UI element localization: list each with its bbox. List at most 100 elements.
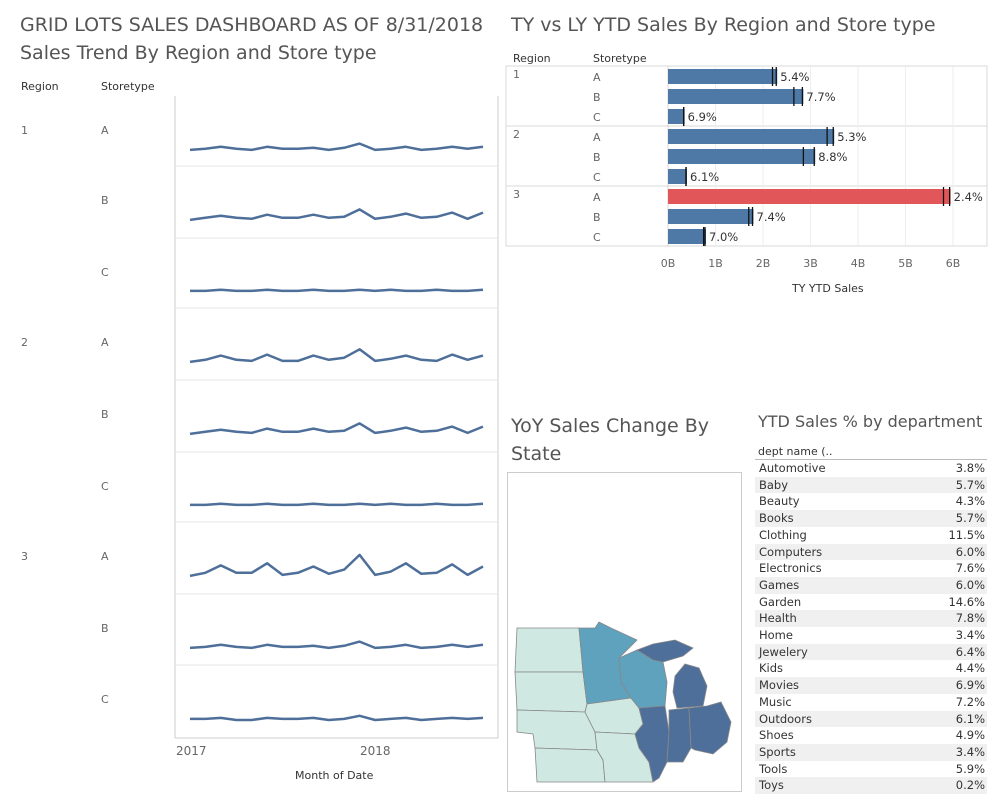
dept-name: Automotive	[759, 461, 826, 475]
dept-value: 6.9%	[955, 678, 985, 693]
dept-row[interactable]: Clothing 11.5%	[755, 527, 987, 544]
dept-row[interactable]: Kids 4.4%	[755, 660, 987, 677]
dept-row[interactable]: Outdoors 6.1%	[755, 710, 987, 728]
ytd-bar-region-2-C[interactable]	[668, 169, 687, 184]
trend-storetype-label: B	[101, 194, 109, 207]
ytd-storetype-label: C	[593, 231, 601, 244]
trend-storetype-label: C	[101, 480, 109, 493]
dept-row[interactable]: Computers 6.0%	[755, 543, 987, 561]
trend-line-region-1-A[interactable]	[189, 142, 484, 152]
trend-line-region-3-A[interactable]	[189, 553, 484, 578]
dept-table-title: YTD Sales % by department	[758, 412, 983, 431]
dept-value: 5.7%	[955, 477, 985, 492]
state-south-dakota[interactable]	[514, 671, 588, 713]
dept-value: 0.2%	[955, 778, 985, 793]
trend-storetype-label: A	[101, 550, 109, 563]
dept-value: 3.8%	[955, 461, 985, 475]
ytd-storetype-label: B	[593, 91, 601, 104]
ytd-bar-region-3-A[interactable]	[668, 189, 951, 204]
ytd-bar-region-2-B[interactable]	[668, 149, 816, 164]
dept-value: 5.7%	[955, 511, 985, 526]
ytd-bar-region-1-C[interactable]	[668, 109, 685, 124]
ytd-x-tick: 4B	[851, 257, 866, 270]
ytd-bar-region-3-B[interactable]	[668, 209, 754, 224]
state-kansas[interactable]	[534, 747, 606, 783]
dept-name: Home	[759, 628, 793, 642]
dept-row[interactable]: Automotive 3.8%	[755, 460, 987, 477]
ytd-bar-label: 7.7%	[806, 90, 835, 104]
dept-value: 6.0%	[955, 577, 985, 592]
trend-storetype-label: A	[101, 124, 109, 137]
ytd-region-label: 3	[513, 188, 520, 201]
ytd-x-tick: 1B	[708, 257, 723, 270]
ytd-x-tick: 0B	[661, 257, 676, 270]
state-indiana[interactable]	[666, 707, 692, 763]
trend-line-region-2-A[interactable]	[189, 348, 484, 364]
ytd-bar-region-2-A[interactable]	[668, 129, 835, 144]
ytd-bar-region-3-C[interactable]	[668, 229, 706, 244]
dept-row[interactable]: Books 5.7%	[755, 510, 987, 527]
ytd-bar-label: 6.9%	[688, 110, 717, 124]
dept-row[interactable]: Beauty 4.3%	[755, 493, 987, 510]
dept-name: Books	[759, 511, 794, 526]
dept-row[interactable]: Health 7.8%	[755, 610, 987, 627]
dept-row[interactable]: Tools 5.9%	[755, 761, 987, 778]
dept-name: Toys	[759, 778, 784, 793]
trend-x-axis-label: Month of Date	[295, 769, 374, 782]
dept-name: Clothing	[759, 527, 807, 542]
dept-value: 14.6%	[948, 594, 985, 609]
trend-region-label: 3	[21, 550, 28, 563]
trend-storetype-label: C	[101, 266, 109, 279]
dept-value: 4.9%	[955, 728, 985, 743]
ytd-storetype-label: A	[593, 191, 601, 204]
dept-value: 7.8%	[955, 611, 985, 626]
state-north-dakota[interactable]	[514, 627, 584, 673]
dept-value: 6.0%	[955, 544, 985, 559]
dept-name: Garden	[759, 594, 802, 609]
dept-name: Computers	[759, 544, 823, 559]
dept-name: Movies	[759, 678, 800, 693]
trend-line-region-1-B[interactable]	[189, 208, 484, 222]
trend-line-region-2-C[interactable]	[190, 502, 484, 507]
ytd-x-tick: 6B	[946, 257, 961, 270]
dept-value: 3.4%	[955, 744, 985, 759]
ytd-bar-label: 5.3%	[837, 130, 866, 144]
dept-name: Electronics	[759, 561, 822, 576]
dept-row[interactable]: Electronics 7.6%	[755, 560, 987, 577]
dept-name: Sports	[759, 744, 796, 759]
dept-row[interactable]: Jewelery 6.4%	[755, 643, 987, 661]
trend-region-label: 1	[21, 124, 28, 137]
dept-row[interactable]: Shoes 4.9%	[755, 727, 987, 744]
trend-line-region-2-B[interactable]	[189, 422, 484, 436]
ytd-region-label: 2	[513, 128, 520, 141]
dept-row[interactable]: Games 6.0%	[755, 576, 987, 594]
dept-row[interactable]: Home 3.4%	[755, 627, 987, 644]
dept-name: Music	[759, 694, 792, 709]
dept-row[interactable]: Music 7.2%	[755, 694, 987, 711]
ytd-storetype-label: B	[593, 211, 601, 224]
ytd-bar-label: 7.4%	[757, 210, 786, 224]
ytd-storetype-label: A	[593, 71, 601, 84]
dept-value: 6.1%	[955, 711, 985, 726]
trend-storetype-label: C	[101, 693, 109, 706]
dept-row[interactable]: Baby 5.7%	[755, 476, 987, 494]
trend-storetype-label: B	[101, 408, 109, 421]
ytd-storetype-label: B	[593, 151, 601, 164]
trend-line-region-3-C[interactable]	[190, 714, 484, 722]
ytd-bar-chart: 1 A 5.4% B 7.7% C 6.9% 2 A 5.3% B 8.8% C 6.1% 3 A 2.4% B 7…	[505, 65, 988, 270]
dept-name: Beauty	[759, 494, 800, 509]
ytd-bar-region-1-B[interactable]	[668, 89, 804, 104]
ytd-x-tick: 3B	[803, 257, 818, 270]
ytd-bar-label: 8.8%	[818, 150, 847, 164]
dept-row[interactable]: Sports 3.4%	[755, 743, 987, 761]
dept-name: Outdoors	[759, 711, 812, 726]
ytd-bar-region-1-A[interactable]	[668, 69, 778, 84]
dept-row[interactable]: Movies 6.9%	[755, 677, 987, 694]
dept-value: 7.2%	[955, 694, 985, 709]
state-iowa[interactable]	[584, 697, 644, 735]
ytd-chart-title: TY vs LY YTD Sales By Region and Store t…	[511, 14, 936, 36]
dept-row[interactable]: Garden 14.6%	[755, 594, 987, 611]
trend-line-region-1-C[interactable]	[190, 288, 484, 293]
dept-row[interactable]: Toys 0.2%	[755, 777, 987, 794]
trend-line-region-3-B[interactable]	[189, 640, 484, 650]
